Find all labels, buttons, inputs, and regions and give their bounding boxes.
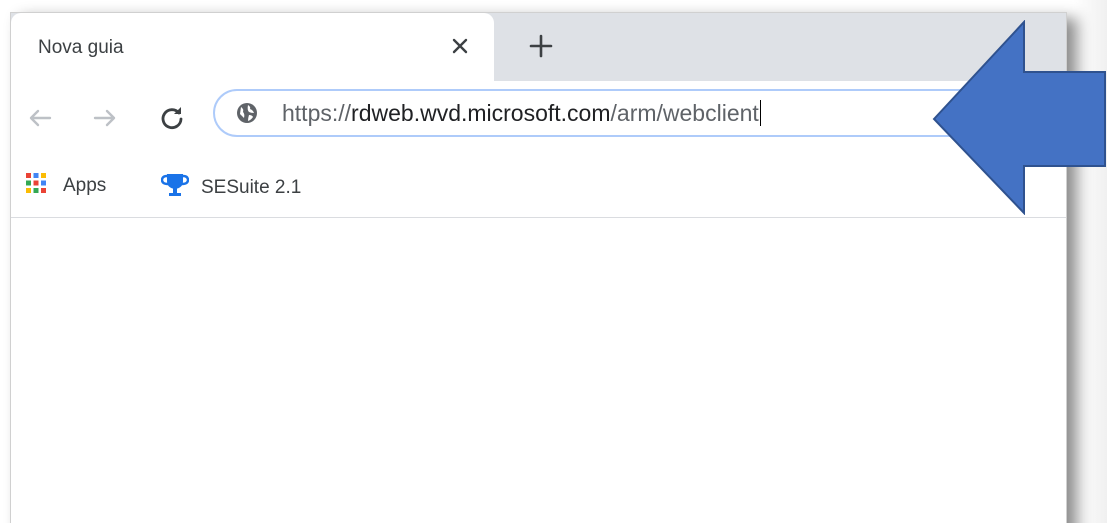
reload-icon[interactable]	[157, 103, 187, 133]
arrow-left-icon[interactable]	[25, 103, 55, 133]
tab-title: Nova guia	[38, 37, 124, 58]
browser-window: Nova guia https://rdweb.wvd.microsoft.co…	[10, 12, 1077, 523]
apps-grid-icon	[26, 173, 46, 193]
url-text[interactable]: https://rdweb.wvd.microsoft.com/arm/webc…	[282, 100, 761, 127]
url-path: /arm/webclient	[610, 100, 759, 126]
page-content	[11, 218, 1066, 523]
url-scheme: https://	[282, 100, 352, 126]
arrow-right-icon[interactable]	[90, 103, 120, 133]
bookmark-apps-label: Apps	[63, 175, 107, 196]
trophy-icon	[160, 174, 190, 196]
bookmark-apps[interactable]: Apps	[25, 172, 106, 197]
blue-arrow-icon	[932, 20, 1106, 215]
screenshot-stage: Nova guia https://rdweb.wvd.microsoft.co…	[0, 0, 1107, 523]
text-caret	[759, 100, 761, 126]
bookmark-sesuite[interactable]: SESuite 2.1	[160, 172, 302, 199]
globe-icon[interactable]	[235, 101, 259, 125]
bookmarks-bar: Apps SESuite 2.1	[11, 159, 1066, 218]
tab-nova-guia[interactable]: Nova guia	[11, 13, 494, 81]
url-host: rdweb.wvd.microsoft.com	[351, 100, 611, 126]
tab-strip: Nova guia	[11, 13, 1066, 81]
close-icon[interactable]	[447, 33, 473, 59]
plus-icon[interactable]	[526, 31, 556, 61]
toolbar: https://rdweb.wvd.microsoft.com/arm/webc…	[11, 81, 1077, 159]
bookmark-sesuite-label: SESuite 2.1	[201, 177, 302, 198]
